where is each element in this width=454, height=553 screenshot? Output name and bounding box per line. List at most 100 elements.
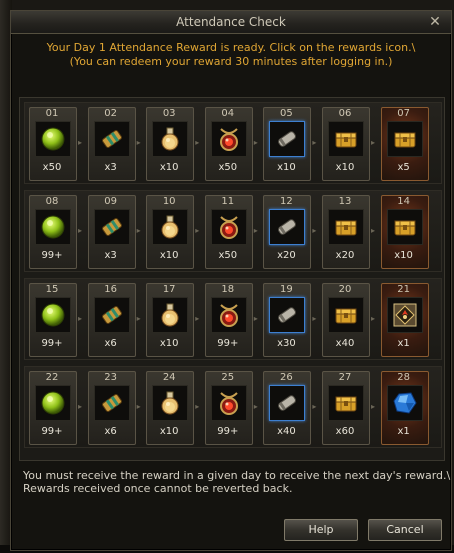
arrow-right-icon: ▸ [253,226,258,235]
reward-quantity: 99+ [217,338,239,349]
reward-day-08[interactable]: 08 99+ [26,192,78,272]
notice-line-2: (You can redeem your reward 30 minutes a… [69,55,393,68]
reward-day-13[interactable]: 13 x20 [319,192,371,272]
reward-quantity: x50 [218,162,238,173]
scroll-icon[interactable] [93,121,130,157]
reward-day-15[interactable]: 15 99+ [26,280,78,360]
window-title: Attendance Check [176,15,286,29]
reward-quantity: x6 [104,426,117,437]
reward-day-22[interactable]: 22 99+ [26,368,78,448]
day-number: 23 [104,372,117,383]
reward-quantity: x1 [397,426,410,437]
day-number: 06 [338,108,352,119]
reward-day-05[interactable]: 05 x10 [260,104,312,184]
reward-quantity: 99+ [41,426,63,437]
cancel-button[interactable]: Cancel [368,519,442,541]
reward-day-19[interactable]: 19 x30 [260,280,312,360]
help-button[interactable]: Help [284,519,358,541]
reward-quantity: x1 [397,338,410,349]
reward-day-12[interactable]: 12 x20 [260,192,312,272]
attendance-window: Attendance Check ✕ Your Day 1 Attendance… [10,10,452,551]
reward-day-28[interactable]: 28 x1 [378,368,430,448]
arrow-right-icon: ▸ [195,402,200,411]
chest-icon[interactable] [328,385,364,421]
reward-day-16[interactable]: 16 x6 [85,280,137,360]
potion-icon[interactable] [152,209,189,245]
reward-day-03[interactable]: 03 x10 [143,104,195,184]
footer-line-2: Rewards received once cannot be reverted… [23,482,293,495]
arrow-right-icon: ▸ [253,314,258,323]
blue-scroll-icon[interactable] [269,209,306,245]
reward-day-10[interactable]: 10 x10 [143,192,195,272]
reward-quantity: x3 [104,162,117,173]
reward-day-26[interactable]: 26 x40 [260,368,312,448]
blue-crystal-icon[interactable] [386,385,423,421]
arrow-right-icon: ▸ [312,314,317,323]
amulet-icon[interactable] [210,385,247,421]
arrow-right-icon: ▸ [312,402,317,411]
reward-day-24[interactable]: 24 x10 [143,368,195,448]
blue-scroll-icon[interactable] [269,385,306,421]
reward-day-09[interactable]: 09 x3 [85,192,137,272]
amulet-icon[interactable] [210,121,247,157]
amulet-icon[interactable] [210,297,247,333]
reward-day-25[interactable]: 25 99+ [202,368,254,448]
reward-day-23[interactable]: 23 x6 [85,368,137,448]
day-number: 26 [280,372,293,383]
reward-quantity: x10 [277,162,296,173]
green-gem-icon[interactable] [35,297,71,333]
scroll-icon[interactable] [93,297,130,333]
footer-note: You must receive the reward in a given d… [23,469,451,495]
reward-quantity: x10 [159,250,179,261]
reward-day-17[interactable]: 17 x10 [143,280,195,360]
arrow-right-icon: ▸ [312,138,317,147]
chest-icon[interactable] [328,297,364,333]
arrow-right-icon: ▸ [136,314,141,323]
reward-day-27[interactable]: 27 x60 [319,368,371,448]
day-number: 21 [397,284,410,295]
blue-scroll-icon[interactable] [269,297,306,333]
reward-day-01[interactable]: 01 x50 [26,104,78,184]
reward-quantity: x6 [104,338,117,349]
reward-day-20[interactable]: 20 x40 [319,280,371,360]
chest-icon[interactable] [386,209,423,245]
arrow-right-icon: ▸ [312,226,317,235]
potion-icon[interactable] [152,385,189,421]
amulet-icon[interactable] [210,209,247,245]
reward-quantity: x3 [104,250,117,261]
chest-icon[interactable] [386,121,423,157]
scroll-icon[interactable] [93,209,130,245]
reward-day-11[interactable]: 11 x50 [202,192,254,272]
green-gem-icon[interactable] [35,121,71,157]
green-gem-icon[interactable] [35,209,71,245]
rune-icon[interactable] [386,297,423,333]
day-number: 24 [162,372,176,383]
chest-icon[interactable] [328,121,364,157]
arrow-right-icon: ▸ [195,314,200,323]
arrow-right-icon: ▸ [78,138,83,147]
day-number: 07 [397,108,410,119]
scroll-icon[interactable] [93,385,130,421]
chest-icon[interactable] [328,209,364,245]
reward-quantity: x10 [159,338,179,349]
potion-icon[interactable] [152,121,189,157]
footer-line-1: You must receive the reward in a given d… [23,469,451,482]
reward-day-18[interactable]: 18 99+ [202,280,254,360]
close-icon[interactable]: ✕ [427,14,443,30]
reward-quantity: x40 [335,338,355,349]
reward-day-02[interactable]: 02 x3 [85,104,137,184]
reward-day-07[interactable]: 07 x5 [378,104,430,184]
arrow-right-icon: ▸ [253,402,258,411]
green-gem-icon[interactable] [35,385,71,421]
day-number: 22 [45,372,59,383]
reward-day-04[interactable]: 04 x50 [202,104,254,184]
day-number: 03 [162,108,176,119]
day-number: 11 [221,196,235,207]
reward-day-06[interactable]: 06 x10 [319,104,371,184]
reward-day-14[interactable]: 14 x10 [378,192,430,272]
potion-icon[interactable] [152,297,189,333]
day-number: 20 [338,284,352,295]
reward-day-21[interactable]: 21 x1 [378,280,430,360]
blue-scroll-icon[interactable] [269,121,306,157]
day-number: 08 [45,196,59,207]
